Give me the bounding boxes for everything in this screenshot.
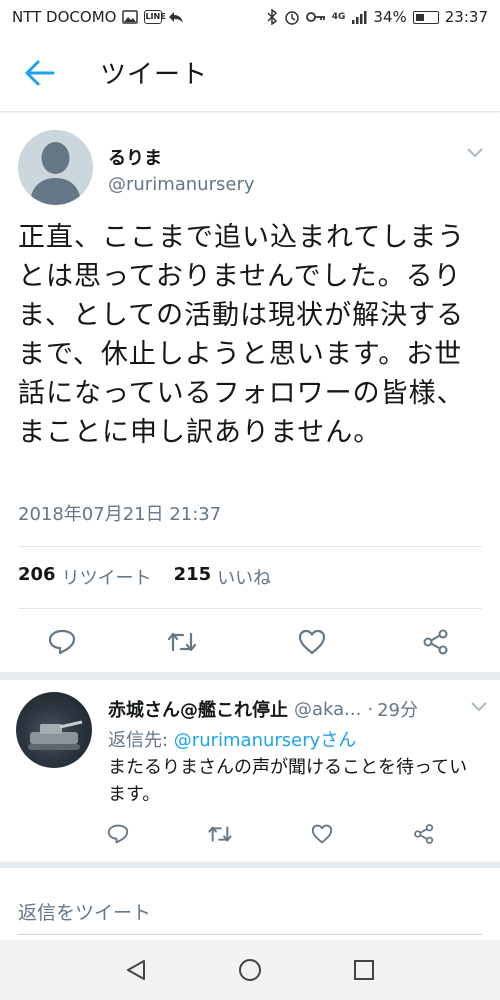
tweet-stats: 206 リツイート 215 いいね	[18, 564, 271, 590]
nav-home-button[interactable]	[230, 950, 270, 990]
reply-time: 29分	[377, 700, 418, 721]
retweet-icon	[167, 632, 197, 652]
retweet-button[interactable]	[202, 816, 238, 852]
alarm-icon	[284, 9, 300, 25]
like-button[interactable]	[292, 622, 332, 662]
avatar[interactable]	[16, 692, 92, 768]
like-button[interactable]	[304, 816, 340, 852]
author-handle: @rurimanursery	[108, 174, 255, 195]
reply-arrow-icon	[168, 10, 184, 24]
battery-icon	[412, 10, 439, 24]
image-icon	[122, 10, 139, 24]
reply-menu-button[interactable]	[470, 698, 488, 717]
bluetooth-icon	[266, 9, 278, 25]
avatar[interactable]	[18, 130, 93, 205]
section-divider	[0, 672, 500, 680]
reply-button[interactable]	[100, 816, 136, 852]
reply-button[interactable]	[42, 622, 82, 662]
triangle-back-icon	[127, 960, 145, 980]
chevron-down-icon	[471, 702, 487, 712]
chevron-down-icon	[467, 148, 483, 158]
share-icon	[414, 824, 434, 844]
tweet-timestamp: 2018年07月21日 21:37	[18, 504, 222, 525]
composer-placeholder: 返信をツイート	[18, 901, 152, 924]
back-arrow-icon	[25, 60, 55, 85]
share-button[interactable]	[406, 816, 442, 852]
reply-actions	[0, 816, 500, 856]
reply-to-handle[interactable]: @rurimanurseryさん	[174, 730, 357, 751]
battery-percent: 34%	[373, 8, 407, 26]
reply-icon	[48, 629, 76, 655]
signal-icon	[351, 10, 367, 24]
circle-home-icon	[239, 959, 261, 981]
tweet-actions	[0, 622, 500, 666]
heart-icon	[311, 824, 333, 844]
reply-tweet[interactable]: 赤城さん@艦これ停止 @aka... · 29分 返信先: @rurimanur…	[0, 680, 500, 860]
reply-to-label: 返信先:	[108, 730, 174, 751]
tweet-menu-button[interactable]	[466, 144, 484, 163]
share-button[interactable]	[416, 622, 456, 662]
key-icon	[305, 11, 326, 23]
reply-author-handle: @aka...	[294, 698, 362, 720]
reply-text: またるりまさんの声が聞けることを待っています。	[108, 757, 468, 805]
page-title: ツイート	[100, 60, 209, 90]
reply-author-name: 赤城さん@艦これ停止	[108, 700, 288, 721]
nav-back-button[interactable]	[116, 950, 156, 990]
app-header: ツイート	[0, 34, 500, 112]
divider	[18, 608, 482, 609]
network-type-icon: 4G	[331, 12, 346, 22]
retweet-icon	[208, 826, 232, 842]
retweet-label[interactable]: リツイート	[62, 564, 152, 590]
clock: 23:37	[444, 8, 488, 26]
reply-header: 赤城さん@艦これ停止 @aka... · 29分	[108, 696, 468, 722]
reply-icon	[107, 824, 129, 844]
system-nav-bar	[0, 940, 500, 1000]
like-count[interactable]: 215	[174, 564, 212, 590]
square-recents-icon	[354, 960, 374, 980]
retweet-button[interactable]	[162, 622, 202, 662]
nav-recents-button[interactable]	[344, 950, 384, 990]
retweet-count[interactable]: 206	[18, 564, 56, 590]
share-icon	[423, 629, 448, 655]
divider	[18, 546, 482, 547]
carrier-label: NTT DOCOMO	[12, 8, 117, 26]
tweet-text: 正直、ここまで追い込まれてしまうとは思っておりませんでした。るりま、としての活動…	[18, 222, 466, 448]
composer-underline	[18, 934, 482, 935]
default-avatar-icon	[18, 130, 93, 205]
line-app-icon: LINE	[144, 10, 166, 24]
author-name: るりま	[108, 148, 162, 169]
separator-dot: ·	[367, 698, 374, 720]
tweet-author[interactable]: るりま @rurimanursery	[18, 130, 488, 206]
reply-composer-input[interactable]: 返信をツイート	[18, 890, 482, 932]
status-bar: NTT DOCOMO LINE 4G 34% 23:37	[0, 0, 500, 34]
heart-icon	[298, 629, 326, 655]
like-label[interactable]: いいね	[217, 564, 271, 590]
section-divider	[0, 862, 500, 868]
reply-to: 返信先: @rurimanurseryさん	[108, 726, 356, 752]
back-button[interactable]	[0, 34, 80, 112]
tank-avatar-icon	[28, 720, 83, 750]
